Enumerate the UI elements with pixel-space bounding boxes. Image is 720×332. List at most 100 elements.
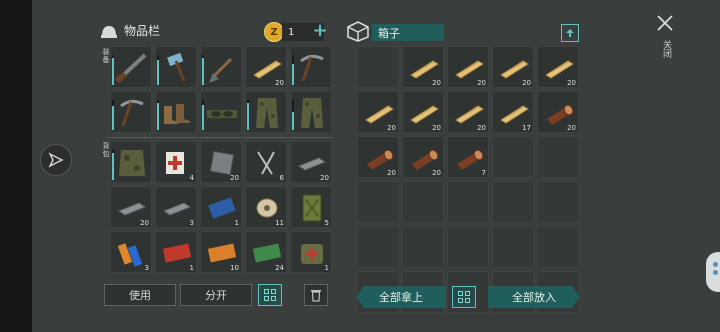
- inventory-slot[interactable]: 20: [402, 46, 444, 88]
- empty-slot[interactable]: [447, 181, 489, 223]
- floating-menu-button[interactable]: [706, 252, 720, 292]
- inventory-slot[interactable]: 6: [245, 141, 287, 183]
- empty-slot[interactable]: [357, 226, 399, 268]
- split-button[interactable]: 分开: [180, 284, 252, 306]
- item-count: 20: [567, 124, 576, 132]
- item-count: 20: [387, 124, 396, 132]
- durability-bar: [157, 55, 159, 85]
- durability-bar: [247, 100, 249, 130]
- item-count: 6: [279, 174, 284, 182]
- trash-button[interactable]: [304, 284, 328, 306]
- durability-bar: [112, 55, 114, 85]
- inventory-slot[interactable]: [290, 91, 332, 133]
- inventory-title: 物品栏: [124, 24, 161, 38]
- durability-bar: [157, 100, 159, 130]
- item-count: 10: [230, 264, 239, 272]
- inventory-slot[interactable]: 20: [447, 46, 489, 88]
- inventory-slot[interactable]: 20: [245, 46, 287, 88]
- item-count: 20: [230, 174, 239, 182]
- compass-button[interactable]: [40, 144, 72, 176]
- left-edge-bar: [0, 0, 32, 332]
- empty-slot[interactable]: [492, 136, 534, 178]
- box-upload-button[interactable]: [561, 24, 579, 42]
- close-label[interactable]: 关闭: [660, 40, 673, 58]
- item-count: 24: [275, 264, 284, 272]
- inventory-slot[interactable]: [110, 141, 152, 183]
- item-count: 7: [481, 169, 486, 177]
- durability-bar: [292, 100, 294, 130]
- inventory-slot[interactable]: [110, 46, 152, 88]
- inventory-slot[interactable]: 1: [200, 186, 242, 228]
- empty-slot[interactable]: [402, 181, 444, 223]
- inventory-slot[interactable]: [155, 91, 197, 133]
- inventory-slot[interactable]: [245, 91, 287, 133]
- inventory-slot[interactable]: [200, 91, 242, 133]
- empty-slot[interactable]: [492, 181, 534, 223]
- inventory-slot[interactable]: 3: [110, 231, 152, 273]
- inventory-slot[interactable]: 1: [155, 231, 197, 273]
- durability-bar: [292, 55, 294, 85]
- section-divider: [108, 137, 332, 138]
- helmet-icon: [101, 25, 117, 38]
- close-button[interactable]: [656, 14, 676, 34]
- inventory-slot[interactable]: [155, 46, 197, 88]
- inventory-slot[interactable]: [290, 46, 332, 88]
- item-count: 20: [432, 169, 441, 177]
- durability-bar: [202, 100, 204, 130]
- navigate-arrow-icon: [48, 152, 64, 168]
- inventory-slot[interactable]: 7: [447, 136, 489, 178]
- durability-bar: [202, 55, 204, 85]
- item-count: 1: [189, 264, 194, 272]
- empty-slot[interactable]: [357, 46, 399, 88]
- inventory-slot[interactable]: 4: [155, 141, 197, 183]
- box-title: 箱子: [378, 26, 400, 40]
- put-all-button[interactable]: 全部放入: [488, 286, 580, 308]
- durability-bar: [112, 100, 114, 130]
- empty-slot[interactable]: [537, 136, 579, 178]
- add-coins-button[interactable]: +: [312, 22, 328, 40]
- empty-slot[interactable]: [492, 226, 534, 268]
- inventory-slot[interactable]: 20: [290, 141, 332, 183]
- empty-slot[interactable]: [537, 226, 579, 268]
- empty-slot[interactable]: [537, 181, 579, 223]
- inventory-slot[interactable]: 20: [357, 136, 399, 178]
- inventory-slot[interactable]: 20: [402, 91, 444, 133]
- item-count: 4: [189, 174, 194, 182]
- inventory-slot[interactable]: 20: [537, 46, 579, 88]
- inventory-slot[interactable]: 20: [402, 136, 444, 178]
- inventory-slot[interactable]: 24: [245, 231, 287, 273]
- inventory-slot[interactable]: 5: [290, 186, 332, 228]
- inventory-slot[interactable]: 11: [245, 186, 287, 228]
- durability-bar: [112, 150, 114, 180]
- item-count: 11: [275, 219, 284, 227]
- item-count: 20: [522, 79, 531, 87]
- inventory-slot[interactable]: [110, 91, 152, 133]
- inventory-slot[interactable]: [200, 46, 242, 88]
- empty-slot[interactable]: [402, 226, 444, 268]
- empty-slot[interactable]: [447, 226, 489, 268]
- item-count: 5: [324, 219, 329, 227]
- inventory-slot[interactable]: 20: [200, 141, 242, 183]
- inventory-slot[interactable]: 20: [110, 186, 152, 228]
- use-button[interactable]: 使用: [104, 284, 176, 306]
- item-count: 20: [567, 79, 576, 87]
- sort-inventory-button[interactable]: [258, 284, 282, 306]
- sort-box-button[interactable]: [452, 286, 476, 308]
- inventory-slot[interactable]: 17: [492, 91, 534, 133]
- item-count: 20: [477, 79, 486, 87]
- close-icon: [657, 15, 673, 31]
- inventory-slot[interactable]: 20: [492, 46, 534, 88]
- inventory-slot[interactable]: 1: [290, 231, 332, 273]
- take-all-button[interactable]: 全部拿上: [356, 286, 446, 308]
- inventory-header: 物品栏: [100, 22, 160, 39]
- inventory-slot[interactable]: 3: [155, 186, 197, 228]
- box-name-field[interactable]: 箱子: [372, 24, 444, 41]
- inventory-slot[interactable]: 20: [447, 91, 489, 133]
- inventory-slot[interactable]: 10: [200, 231, 242, 273]
- inventory-slot[interactable]: 20: [537, 91, 579, 133]
- empty-slot[interactable]: [357, 181, 399, 223]
- inventory-slot[interactable]: 20: [357, 91, 399, 133]
- sort-grid-icon: [458, 291, 470, 303]
- item-count: 17: [522, 124, 531, 132]
- coin-icon: Z: [264, 22, 284, 42]
